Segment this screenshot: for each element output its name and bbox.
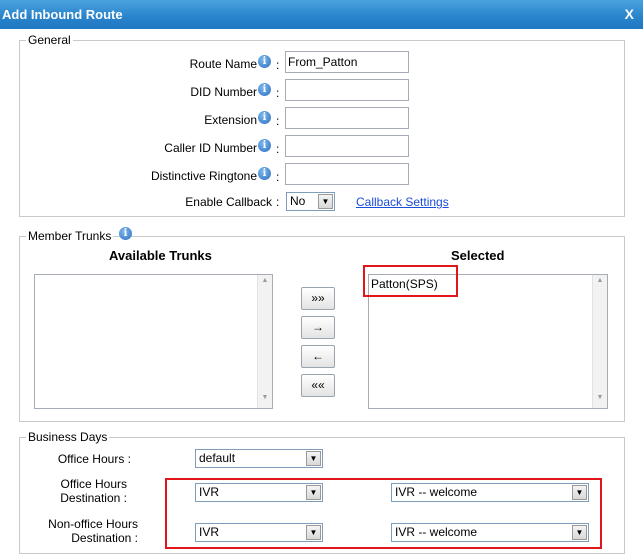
caller-id-number-label: Caller ID Number — [164, 141, 257, 155]
non-office-hours-destination-label: Non-office Hours Destination : — [48, 517, 138, 545]
scroll-down-icon[interactable]: ▼ — [258, 394, 272, 406]
colon: : — [276, 86, 280, 100]
office-hours-select[interactable]: default ▼ — [195, 449, 323, 468]
scroll-up-icon[interactable]: ▲ — [258, 277, 272, 289]
member-trunks-label: Member Trunks — [28, 229, 112, 243]
office-hours-destination-label: Office Hours Destination : — [60, 477, 127, 505]
extension-input[interactable] — [285, 107, 409, 129]
info-icon[interactable]: i — [258, 167, 271, 180]
colon: : — [276, 195, 280, 209]
office-hours-value: default — [199, 451, 236, 465]
colon: : — [276, 114, 280, 128]
add-trunk-button[interactable]: → — [301, 316, 335, 339]
office-hours-label: Office Hours : — [57, 452, 131, 466]
selected-trunks-header: Selected — [451, 248, 505, 263]
route-name-label: Route Name — [189, 57, 257, 71]
caller-id-number-input[interactable] — [285, 135, 409, 157]
add-all-trunks-button[interactable]: »» — [301, 287, 335, 310]
remove-all-trunks-button[interactable]: «« — [301, 374, 335, 397]
selected-trunk-highlight — [363, 265, 458, 297]
close-button[interactable]: X — [625, 6, 634, 22]
scroll-down-icon[interactable]: ▼ — [593, 394, 607, 406]
extension-label: Extension — [204, 113, 257, 127]
distinctive-ringtone-input[interactable] — [285, 163, 409, 185]
remove-trunk-button[interactable]: ← — [301, 345, 335, 368]
enable-callback-label: Enable Callback — [185, 195, 272, 209]
did-number-label: DID Number — [190, 85, 257, 99]
enable-callback-select[interactable]: No ▼ — [286, 192, 335, 211]
enable-callback-value: No — [290, 194, 306, 208]
info-icon[interactable]: i — [258, 83, 271, 96]
destinations-highlight — [165, 478, 602, 549]
member-trunks-legend: Member Trunks — [26, 229, 114, 243]
colon: : — [276, 58, 280, 72]
did-number-input[interactable] — [285, 79, 409, 101]
callback-settings-link[interactable]: Callback Settings — [356, 195, 449, 209]
colon: : — [276, 142, 280, 156]
colon: : — [276, 170, 280, 184]
general-legend: General — [26, 33, 73, 47]
dialog-title-bar: Add Inbound Route X — [0, 0, 643, 29]
scroll-up-icon[interactable]: ▲ — [593, 277, 607, 289]
available-trunks-list[interactable]: ▲ ▼ — [34, 274, 273, 409]
scrollbar[interactable]: ▲ ▼ — [257, 275, 272, 408]
info-icon[interactable]: i — [258, 55, 271, 68]
business-days-legend: Business Days — [26, 430, 110, 444]
dialog-title: Add Inbound Route — [2, 7, 123, 22]
scrollbar[interactable]: ▲ ▼ — [592, 275, 607, 408]
info-icon[interactable]: i — [258, 139, 271, 152]
available-trunks-header: Available Trunks — [109, 248, 212, 263]
distinctive-ringtone-label: Distinctive Ringtone — [150, 169, 257, 183]
info-icon[interactable]: i — [258, 111, 271, 124]
route-name-input[interactable] — [285, 51, 409, 73]
chevron-down-icon: ▼ — [318, 194, 333, 209]
info-icon[interactable]: i — [119, 227, 132, 240]
chevron-down-icon: ▼ — [306, 451, 321, 466]
